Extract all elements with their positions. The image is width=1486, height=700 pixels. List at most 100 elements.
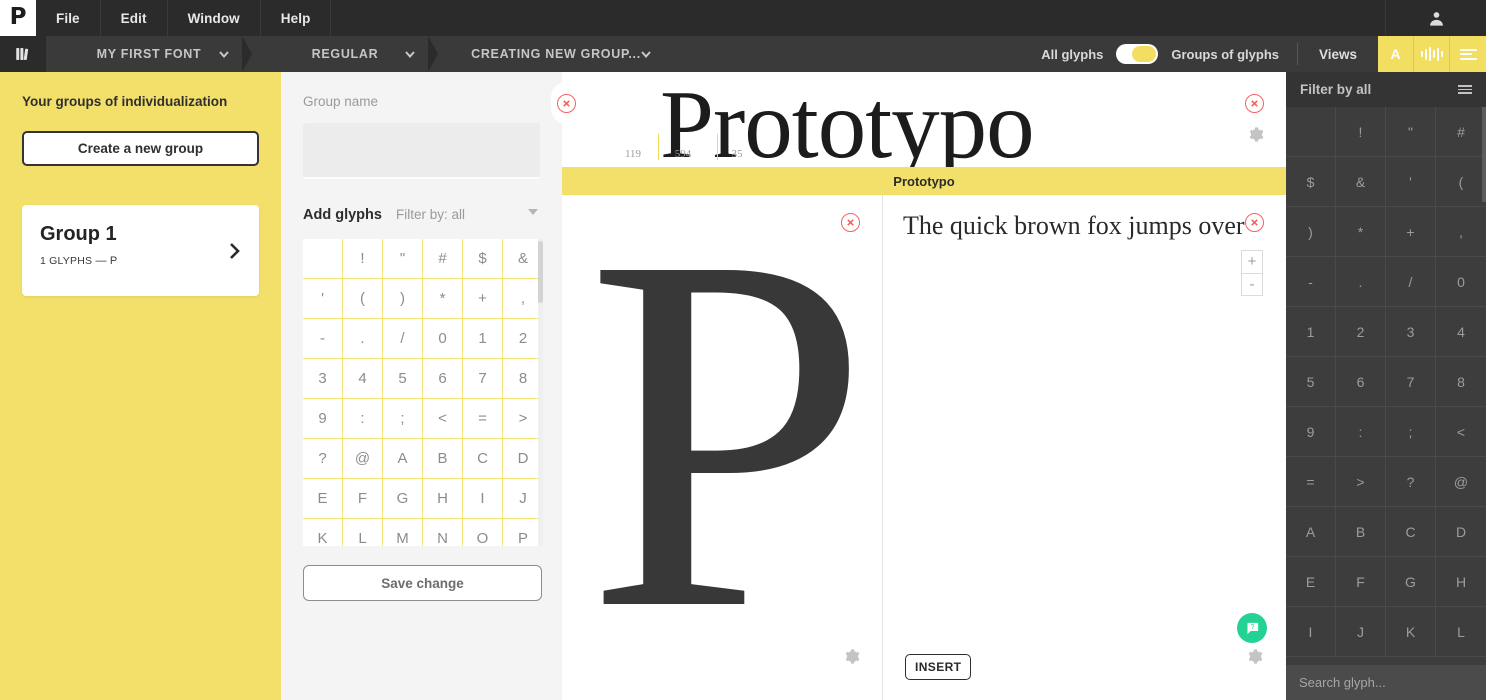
menu-item-edit[interactable]: Edit bbox=[101, 0, 168, 36]
glyph-list-cell[interactable]: ) bbox=[1286, 207, 1336, 257]
group-glyph-cell[interactable]: # bbox=[423, 239, 463, 279]
group-glyph-cell[interactable]: ? bbox=[303, 439, 343, 479]
menu-item-window[interactable]: Window bbox=[168, 0, 261, 36]
glyph-list-cell[interactable]: ( bbox=[1436, 157, 1486, 207]
group-glyph-cell[interactable]: J bbox=[503, 479, 543, 519]
glyph-list-cell[interactable]: ; bbox=[1386, 407, 1436, 457]
group-glyph-cell[interactable]: D bbox=[503, 439, 543, 479]
glyph-list-cell[interactable]: , bbox=[1436, 207, 1486, 257]
hamburger-icon[interactable] bbox=[1458, 85, 1472, 94]
glyph-list-cell[interactable]: 1 bbox=[1286, 307, 1336, 357]
glyph-list-cell[interactable]: 2 bbox=[1336, 307, 1386, 357]
view-text-button[interactable] bbox=[1450, 36, 1486, 72]
word-pane-gear-icon[interactable] bbox=[1247, 126, 1264, 148]
view-glyph-button[interactable]: A bbox=[1378, 36, 1414, 72]
group-glyph-cell[interactable]: + bbox=[463, 279, 503, 319]
group-glyph-scrollbar-track[interactable] bbox=[538, 239, 543, 546]
group-glyph-cell[interactable]: ( bbox=[343, 279, 383, 319]
glyph-list-cell[interactable]: B bbox=[1336, 507, 1386, 557]
glyph-list-cell[interactable]: # bbox=[1436, 107, 1486, 157]
glyph-list-cell[interactable]: + bbox=[1386, 207, 1436, 257]
glyph-list-cell[interactable]: $ bbox=[1286, 157, 1336, 207]
menu-item-file[interactable]: File bbox=[36, 0, 101, 36]
group-name-input[interactable] bbox=[303, 123, 540, 179]
group-glyph-cell[interactable] bbox=[303, 239, 343, 279]
glyph-list-cell[interactable]: 6 bbox=[1336, 357, 1386, 407]
account-area[interactable] bbox=[1386, 0, 1486, 36]
group-glyph-cell[interactable]: < bbox=[423, 399, 463, 439]
group-glyph-cell[interactable]: > bbox=[503, 399, 543, 439]
glyph-list-cell[interactable]: / bbox=[1386, 257, 1436, 307]
glyph-list-cell[interactable]: * bbox=[1336, 207, 1386, 257]
caret-down-icon[interactable] bbox=[528, 209, 538, 215]
view-spacing-button[interactable] bbox=[1414, 36, 1450, 72]
group-glyph-cell[interactable]: O bbox=[463, 519, 503, 546]
group-glyph-cell[interactable]: B bbox=[423, 439, 463, 479]
glyph-list-cell[interactable]: @ bbox=[1436, 457, 1486, 507]
glyph-filter-select[interactable]: Filter by: all bbox=[396, 207, 465, 222]
glyph-list-cell[interactable]: J bbox=[1336, 607, 1386, 657]
create-new-group-button[interactable]: Create a new group bbox=[22, 131, 259, 166]
group-glyph-cell[interactable]: 6 bbox=[423, 359, 463, 399]
group-glyph-cell[interactable]: * bbox=[423, 279, 463, 319]
glyph-list-cell[interactable]: G bbox=[1386, 557, 1436, 607]
tab-creating-new-group[interactable]: CREATING NEW GROUP... bbox=[428, 36, 684, 72]
group-glyph-cell[interactable]: - bbox=[303, 319, 343, 359]
glyph-list-cell[interactable]: A bbox=[1286, 507, 1336, 557]
word-preview-pane[interactable]: Prototypo 119 594 35 bbox=[562, 72, 1286, 167]
group-glyph-cell[interactable]: ! bbox=[343, 239, 383, 279]
glyph-list-cell[interactable]: . bbox=[1336, 257, 1386, 307]
group-glyph-cell[interactable]: N bbox=[423, 519, 463, 546]
close-group-panel-pill[interactable] bbox=[551, 82, 582, 124]
glyph-list-cell[interactable]: 9 bbox=[1286, 407, 1336, 457]
help-chat-icon[interactable]: ? bbox=[1237, 613, 1267, 643]
glyph-list-cell[interactable]: E bbox=[1286, 557, 1336, 607]
group-glyph-cell[interactable]: ) bbox=[383, 279, 423, 319]
tab-font-name[interactable]: MY FIRST FONT bbox=[36, 36, 262, 72]
glyph-list-scrollbar-thumb[interactable] bbox=[1482, 107, 1486, 202]
glyph-list-cell[interactable]: K bbox=[1386, 607, 1436, 657]
group-glyph-cell[interactable]: 8 bbox=[503, 359, 543, 399]
close-text-pane-icon[interactable] bbox=[1245, 213, 1264, 232]
glyph-list-cell[interactable] bbox=[1286, 107, 1336, 157]
group-glyph-cell[interactable]: 2 bbox=[503, 319, 543, 359]
close-circle-icon[interactable] bbox=[557, 93, 576, 113]
glyph-list-cell[interactable]: - bbox=[1286, 257, 1336, 307]
glyph-list-cell[interactable]: < bbox=[1436, 407, 1486, 457]
views-button[interactable]: Views bbox=[1298, 36, 1378, 72]
group-glyph-cell[interactable]: K bbox=[303, 519, 343, 546]
glyph-list-cell[interactable]: > bbox=[1336, 457, 1386, 507]
group-glyph-cell[interactable]: ' bbox=[303, 279, 343, 319]
group-glyph-cell[interactable]: 9 bbox=[303, 399, 343, 439]
group-glyph-cell[interactable]: / bbox=[383, 319, 423, 359]
glyph-list-cell[interactable]: = bbox=[1286, 457, 1336, 507]
glyph-list-cell[interactable]: I bbox=[1286, 607, 1336, 657]
glyph-list-cell[interactable]: ? bbox=[1386, 457, 1436, 507]
group-glyph-cell[interactable]: H bbox=[423, 479, 463, 519]
glyph-list-cell[interactable]: : bbox=[1336, 407, 1386, 457]
group-glyph-cell[interactable]: & bbox=[503, 239, 543, 279]
group-glyph-cell[interactable]: 3 bbox=[303, 359, 343, 399]
group-glyph-cell[interactable]: F bbox=[343, 479, 383, 519]
group-glyph-cell[interactable]: 1 bbox=[463, 319, 503, 359]
glyph-pane-gear-icon[interactable] bbox=[843, 648, 860, 670]
glyph-mode-toggle[interactable] bbox=[1116, 44, 1159, 64]
insert-button[interactable]: INSERT bbox=[905, 654, 972, 680]
group-glyph-cell[interactable]: C bbox=[463, 439, 503, 479]
glyph-list-cell[interactable]: 7 bbox=[1386, 357, 1436, 407]
glyph-list-cell[interactable]: C bbox=[1386, 507, 1436, 557]
save-change-button[interactable]: Save change bbox=[303, 565, 542, 601]
zoom-in-button[interactable]: + bbox=[1242, 251, 1262, 274]
glyph-list-cell[interactable]: 4 bbox=[1436, 307, 1486, 357]
group-glyph-cell[interactable]: $ bbox=[463, 239, 503, 279]
glyph-list-cell[interactable]: 8 bbox=[1436, 357, 1486, 407]
glyph-list-cell[interactable]: & bbox=[1336, 157, 1386, 207]
close-glyph-pane-icon[interactable] bbox=[841, 213, 860, 232]
group-glyph-cell[interactable]: ; bbox=[383, 399, 423, 439]
group-glyph-cell[interactable]: 5 bbox=[383, 359, 423, 399]
glyph-list-cell[interactable]: 0 bbox=[1436, 257, 1486, 307]
group-glyph-cell[interactable]: 4 bbox=[343, 359, 383, 399]
group-glyph-cell[interactable]: I bbox=[463, 479, 503, 519]
all-glyphs-label[interactable]: All glyphs bbox=[1041, 47, 1103, 62]
search-glyph-input[interactable] bbox=[1286, 665, 1486, 700]
